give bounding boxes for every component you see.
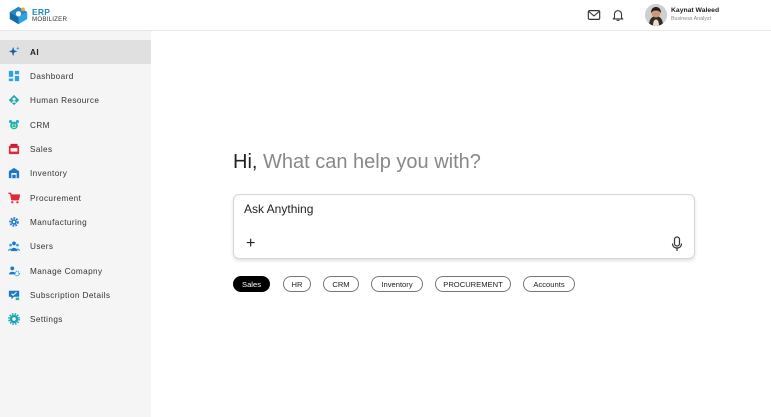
manage-company-icon <box>8 266 20 277</box>
procurement-cart-icon <box>8 192 20 204</box>
sidebar-item-label: Human Resource <box>30 95 100 105</box>
app-logo[interactable]: ERP MOBILIZER <box>8 5 67 26</box>
dashboard-icon <box>8 70 20 82</box>
sidebar-item-label: Dashboard <box>30 71 74 81</box>
sidebar-item-label: Subscription Details <box>30 290 111 300</box>
sidebar-item-label: CRM <box>30 120 50 130</box>
avatar[interactable] <box>645 4 667 26</box>
logo-subtitle: MOBILIZER <box>32 15 68 23</box>
sales-icon <box>8 143 20 155</box>
page-title: Hi, What can help you with? <box>233 151 481 174</box>
sidebar-item-manufacturing[interactable]: Manufacturing <box>0 210 151 234</box>
ask-box: + <box>233 194 695 259</box>
sidebar-item-label: Settings <box>30 314 63 324</box>
sidebar-item-inventory[interactable]: Inventory <box>0 161 151 185</box>
sidebar: AI Dashboard Human Resource CRM Sales In… <box>0 31 151 417</box>
users-icon <box>8 241 20 252</box>
chip-hr[interactable]: HR <box>283 276 311 292</box>
chip-accounts[interactable]: Accounts <box>523 276 575 292</box>
erp-logo-icon <box>9 6 28 25</box>
human-resource-icon <box>8 94 20 106</box>
chip-procurement[interactable]: PROCUREMENT <box>435 276 511 292</box>
add-attachment-button[interactable]: + <box>246 236 255 252</box>
sidebar-item-sales[interactable]: Sales <box>0 137 151 161</box>
sidebar-item-label: Manage Comapny <box>30 266 103 276</box>
sidebar-item-label: Manufacturing <box>30 217 88 227</box>
sidebar-item-manage-company[interactable]: Manage Comapny <box>0 259 151 283</box>
ai-sparkle-icon <box>8 46 20 57</box>
sidebar-item-users[interactable]: Users <box>0 234 151 258</box>
user-avatar-icon <box>645 4 667 26</box>
chip-sales[interactable]: Sales <box>233 276 270 292</box>
sidebar-item-label: Procurement <box>30 193 82 203</box>
logo-title: ERP <box>32 6 51 17</box>
subscription-icon <box>8 290 20 301</box>
manufacturing-gear-icon <box>9 217 19 227</box>
microphone-icon[interactable] <box>671 236 683 252</box>
sidebar-item-dashboard[interactable]: Dashboard <box>0 64 151 88</box>
sidebar-item-label: Users <box>30 241 54 251</box>
sidebar-item-subscription-details[interactable]: Subscription Details <box>0 283 151 307</box>
user-name: Kaynat Waleed <box>671 7 720 14</box>
bell-icon[interactable] <box>611 8 625 22</box>
crm-icon <box>9 120 19 130</box>
chip-crm[interactable]: CRM <box>323 276 359 292</box>
ask-input[interactable] <box>244 202 684 216</box>
sidebar-item-crm[interactable]: CRM <box>0 113 151 137</box>
inventory-icon <box>8 167 20 179</box>
sidebar-item-label: Inventory <box>30 168 68 178</box>
sidebar-item-human-resource[interactable]: Human Resource <box>0 88 151 112</box>
sidebar-item-settings[interactable]: Settings <box>0 307 151 331</box>
greeting-hi: Hi, <box>233 151 258 173</box>
settings-gear-icon <box>8 313 20 325</box>
sidebar-item-ai[interactable]: AI <box>0 40 151 64</box>
sidebar-item-label: Sales <box>30 144 53 154</box>
chip-inventory[interactable]: Inventory <box>371 276 423 292</box>
user-role: Business Analyst <box>671 16 712 22</box>
mail-icon[interactable] <box>587 8 601 22</box>
greeting-question: What can help you with? <box>257 151 481 173</box>
sidebar-item-label: AI <box>30 47 39 57</box>
sidebar-item-procurement[interactable]: Procurement <box>0 186 151 210</box>
top-header: ERP MOBILIZER Kaynat Waleed Business Ana… <box>0 0 771 31</box>
